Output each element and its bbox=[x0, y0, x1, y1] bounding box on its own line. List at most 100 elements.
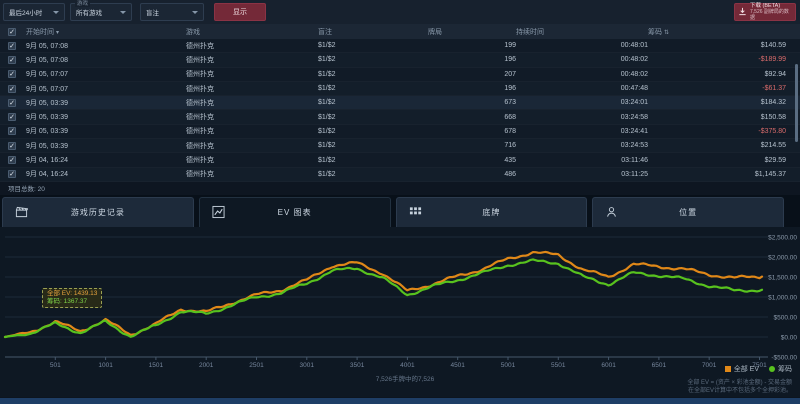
x-tick-label: 2501 bbox=[249, 362, 264, 369]
cell-blinds: $1/$2 bbox=[318, 71, 428, 78]
cell-blinds: $1/$2 bbox=[318, 56, 428, 63]
footer-bar bbox=[0, 398, 800, 404]
table-row[interactable]: ✓ 9月 04, 16:24德州扑克$1/$243503:11:46$29.59 bbox=[0, 153, 800, 167]
blinds-select[interactable]: 盲注 bbox=[140, 3, 204, 21]
cell-chips: $1,145.37 bbox=[648, 171, 786, 178]
x-tick-label: 501 bbox=[50, 362, 61, 369]
cell-duration: 00:48:02 bbox=[516, 71, 648, 78]
col-hands[interactable]: 牌局 bbox=[428, 27, 516, 37]
col-start-time[interactable]: 开始时间 ▾ bbox=[26, 27, 186, 37]
view-tabs: 游戏历史记录 EV 图表 底牌 位置 bbox=[0, 195, 800, 227]
game-select[interactable]: 游戏 所有游戏 bbox=[70, 3, 132, 21]
cell-blinds: $1/$2 bbox=[318, 85, 428, 92]
cell-blinds: $1/$2 bbox=[318, 42, 428, 49]
x-tick-label: 4001 bbox=[400, 362, 415, 369]
row-checkbox[interactable]: ✓ bbox=[8, 85, 16, 93]
x-tick-label: 3001 bbox=[300, 362, 315, 369]
grid-icon bbox=[409, 206, 422, 219]
total-count: 项目总数: 20 bbox=[0, 182, 800, 195]
table-row[interactable]: ✓9月 05, 03:39德州扑克$1/$266803:24:58$150.58 bbox=[0, 110, 800, 124]
row-checkbox[interactable]: ✓ bbox=[8, 113, 16, 121]
cell-hands: 196 bbox=[428, 56, 516, 63]
ev-chart[interactable]: $2,500.00$2,000.00$1,500.00$1,000.00$500… bbox=[0, 227, 800, 397]
tab-ev-chart[interactable]: EV 图表 bbox=[199, 197, 391, 227]
col-chips[interactable]: 筹码 ⇅ bbox=[648, 27, 786, 37]
table-row[interactable]: ✓9月 05, 07:08德州扑克$1/$219600:48:02-$189.9… bbox=[0, 53, 800, 67]
tab-label: 游戏历史记录 bbox=[71, 207, 125, 218]
blinds-select-value: 盲注 bbox=[146, 7, 159, 17]
cell-duration: 00:48:02 bbox=[516, 56, 648, 63]
cell-game: 德州扑克 bbox=[186, 155, 318, 165]
legend-item-ev[interactable]: 全部 EV bbox=[725, 364, 759, 374]
sessions-table: ✓ 开始时间 ▾ 游戏 盲注 牌局 持续时间 筹码 ⇅ ✓9月 05, 07:0… bbox=[0, 24, 800, 195]
x-tick-label: 5501 bbox=[551, 362, 566, 369]
table-row[interactable]: ✓9月 05, 07:07德州扑克$1/$219600:47:48-$61.37 bbox=[0, 82, 800, 96]
cell-hands: 207 bbox=[428, 71, 516, 78]
cell-blinds: $1/$2 bbox=[318, 128, 428, 135]
cell-start-time: 9月 05, 07:08 bbox=[26, 41, 186, 51]
table-row[interactable]: ✓9月 05, 03:39德州扑克$1/$267803:24:41-$375.8… bbox=[0, 125, 800, 139]
sort-desc-icon: ▾ bbox=[56, 30, 59, 36]
cell-duration: 03:24:01 bbox=[516, 99, 648, 106]
y-tick-label: -$500.00 bbox=[771, 354, 797, 361]
time-range-select[interactable]: 最后24小时 bbox=[3, 3, 65, 21]
cell-duration: 03:11:25 bbox=[516, 171, 648, 178]
col-blinds[interactable]: 盲注 bbox=[318, 27, 428, 37]
cell-chips: $214.55 bbox=[648, 142, 786, 149]
row-checkbox[interactable]: ✓ bbox=[8, 56, 16, 64]
cell-hands: 678 bbox=[428, 128, 516, 135]
cell-hands: 199 bbox=[428, 42, 516, 49]
cell-blinds: $1/$2 bbox=[318, 157, 428, 164]
legend-item-chips[interactable]: 筹码 bbox=[769, 364, 792, 374]
select-all-checkbox[interactable]: ✓ bbox=[8, 28, 16, 36]
tab-label: 底牌 bbox=[482, 207, 500, 218]
time-range-value: 最后24小时 bbox=[9, 7, 42, 17]
row-checkbox[interactable]: ✓ bbox=[8, 42, 16, 50]
cell-hands: 673 bbox=[428, 99, 516, 106]
tab-position[interactable]: 位置 bbox=[592, 197, 784, 227]
x-tick-label: 2001 bbox=[199, 362, 214, 369]
table-scrollbar[interactable] bbox=[795, 64, 798, 142]
ev-chart-panel: $2,500.00$2,000.00$1,500.00$1,000.00$500… bbox=[0, 227, 800, 397]
row-checkbox[interactable]: ✓ bbox=[8, 127, 16, 135]
cell-hands: 668 bbox=[428, 114, 516, 121]
row-checkbox[interactable]: ✓ bbox=[8, 156, 16, 164]
chart-legend: 全部 EV 筹码 bbox=[725, 364, 792, 374]
cell-duration: 03:11:46 bbox=[516, 157, 648, 164]
filter-toolbar: 最后24小时 游戏 所有游戏 盲注 显示 下载 (BETA) 7,526 副牌局… bbox=[0, 0, 800, 24]
row-checkbox[interactable]: ✓ bbox=[8, 142, 16, 150]
tab-label: 位置 bbox=[679, 207, 697, 218]
download-button[interactable]: 下载 (BETA) 7,526 副牌局的数据 bbox=[734, 3, 796, 21]
row-checkbox[interactable]: ✓ bbox=[8, 170, 16, 178]
cell-game: 德州扑克 bbox=[186, 41, 318, 51]
col-game[interactable]: 游戏 bbox=[186, 27, 318, 37]
x-tick-label: 5001 bbox=[501, 362, 516, 369]
cell-chips: $29.59 bbox=[648, 157, 786, 164]
x-tick-label: 1501 bbox=[149, 362, 164, 369]
col-duration[interactable]: 持续时间 bbox=[516, 27, 648, 37]
table-row[interactable]: ✓9月 04, 16:24德州扑克$1/$248603:11:25$1,145.… bbox=[0, 168, 800, 182]
row-checkbox[interactable]: ✓ bbox=[8, 70, 16, 78]
cell-duration: 00:47:48 bbox=[516, 85, 648, 92]
download-sublabel: 7,526 副牌局的数据 bbox=[750, 9, 792, 21]
table-row[interactable]: ✓9月 05, 07:07德州扑克$1/$220700:48:02$92.94 bbox=[0, 68, 800, 82]
row-checkbox[interactable]: ✓ bbox=[8, 99, 16, 107]
table-row[interactable]: ✓9月 05, 03:39德州扑克$1/$271603:24:53$214.55 bbox=[0, 139, 800, 153]
game-select-label: 游戏 bbox=[75, 1, 90, 7]
cell-duration: 03:24:53 bbox=[516, 142, 648, 149]
table-row[interactable]: ✓9月 05, 07:08德州扑克$1/$219900:48:01$140.59 bbox=[0, 39, 800, 53]
table-header-row: ✓ 开始时间 ▾ 游戏 盲注 牌局 持续时间 筹码 ⇅ bbox=[0, 24, 800, 39]
cell-start-time: 9月 04, 16:24 bbox=[26, 155, 186, 165]
cell-hands: 196 bbox=[428, 85, 516, 92]
show-button[interactable]: 显示 bbox=[214, 3, 266, 21]
table-row[interactable]: ✓9月 05, 03:39德州扑克$1/$267303:24:01$184.32 bbox=[0, 96, 800, 110]
table-body: ✓9月 05, 07:08德州扑克$1/$219900:48:01$140.59… bbox=[0, 39, 800, 182]
cell-hands: 435 bbox=[428, 157, 516, 164]
tab-game-history[interactable]: 游戏历史记录 bbox=[2, 197, 194, 227]
tab-hole-cards[interactable]: 底牌 bbox=[396, 197, 588, 227]
cell-blinds: $1/$2 bbox=[318, 114, 428, 121]
y-tick-label: $1,500.00 bbox=[768, 274, 797, 281]
person-icon bbox=[605, 206, 618, 219]
cell-start-time: 9月 05, 07:07 bbox=[26, 69, 186, 79]
y-tick-label: $0.00 bbox=[781, 334, 798, 341]
